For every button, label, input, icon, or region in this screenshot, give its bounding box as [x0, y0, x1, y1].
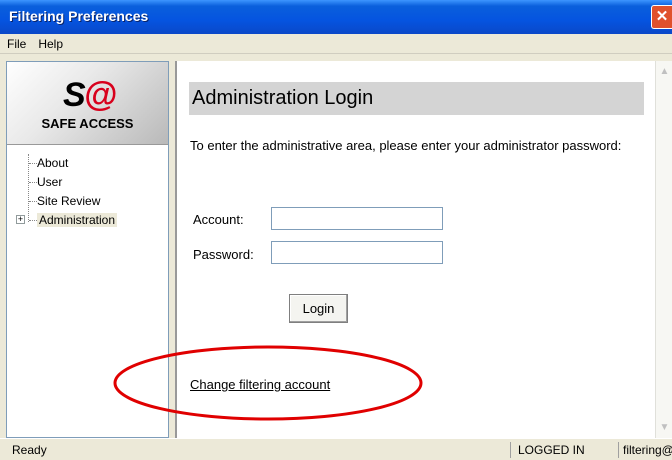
scroll-up-icon[interactable]: ▲	[657, 63, 672, 80]
login-state: LOGGED IN	[518, 443, 585, 457]
close-icon: ✕	[655, 8, 669, 25]
password-input[interactable]	[271, 241, 443, 264]
login-button[interactable]: Login	[289, 294, 348, 323]
tree-item-user[interactable]: User	[13, 173, 163, 192]
password-label: Password:	[193, 247, 254, 262]
title-bar: Filtering Preferences ✕	[0, 0, 672, 34]
page-title: Administration Login	[189, 82, 644, 115]
instructions-text: To enter the administrative area, please…	[190, 138, 622, 153]
vertical-scrollbar[interactable]: ▲ ▼	[655, 61, 672, 438]
scroll-down-icon[interactable]: ▼	[657, 419, 672, 436]
menu-help[interactable]: Help	[31, 34, 68, 51]
safe-access-logo: S@ SAFE ACCESS	[7, 62, 168, 145]
logo-name: SAFE ACCESS	[41, 116, 134, 131]
logo-mark: S@	[63, 76, 117, 114]
expand-icon[interactable]: +	[16, 215, 25, 224]
navigation-tree: About User Site Review + Administration	[13, 154, 163, 230]
tree-item-site-review[interactable]: Site Review	[13, 192, 163, 211]
red-ellipse-annotation	[113, 345, 423, 421]
status-bar: Ready LOGGED IN filtering@safe	[0, 438, 672, 460]
status-divider	[618, 442, 619, 458]
menu-bar: File Help	[0, 34, 672, 54]
menu-file[interactable]: File	[0, 34, 31, 51]
account-label: Account:	[193, 212, 244, 227]
account-input[interactable]	[271, 207, 443, 230]
window-title: Filtering Preferences	[9, 8, 149, 24]
tree-item-about[interactable]: About	[13, 154, 163, 173]
status-divider	[510, 442, 511, 458]
status-text: Ready	[12, 443, 47, 457]
account-name: filtering@safe	[623, 443, 672, 457]
tree-item-administration[interactable]: + Administration	[13, 211, 163, 230]
close-button[interactable]: ✕	[651, 5, 672, 29]
